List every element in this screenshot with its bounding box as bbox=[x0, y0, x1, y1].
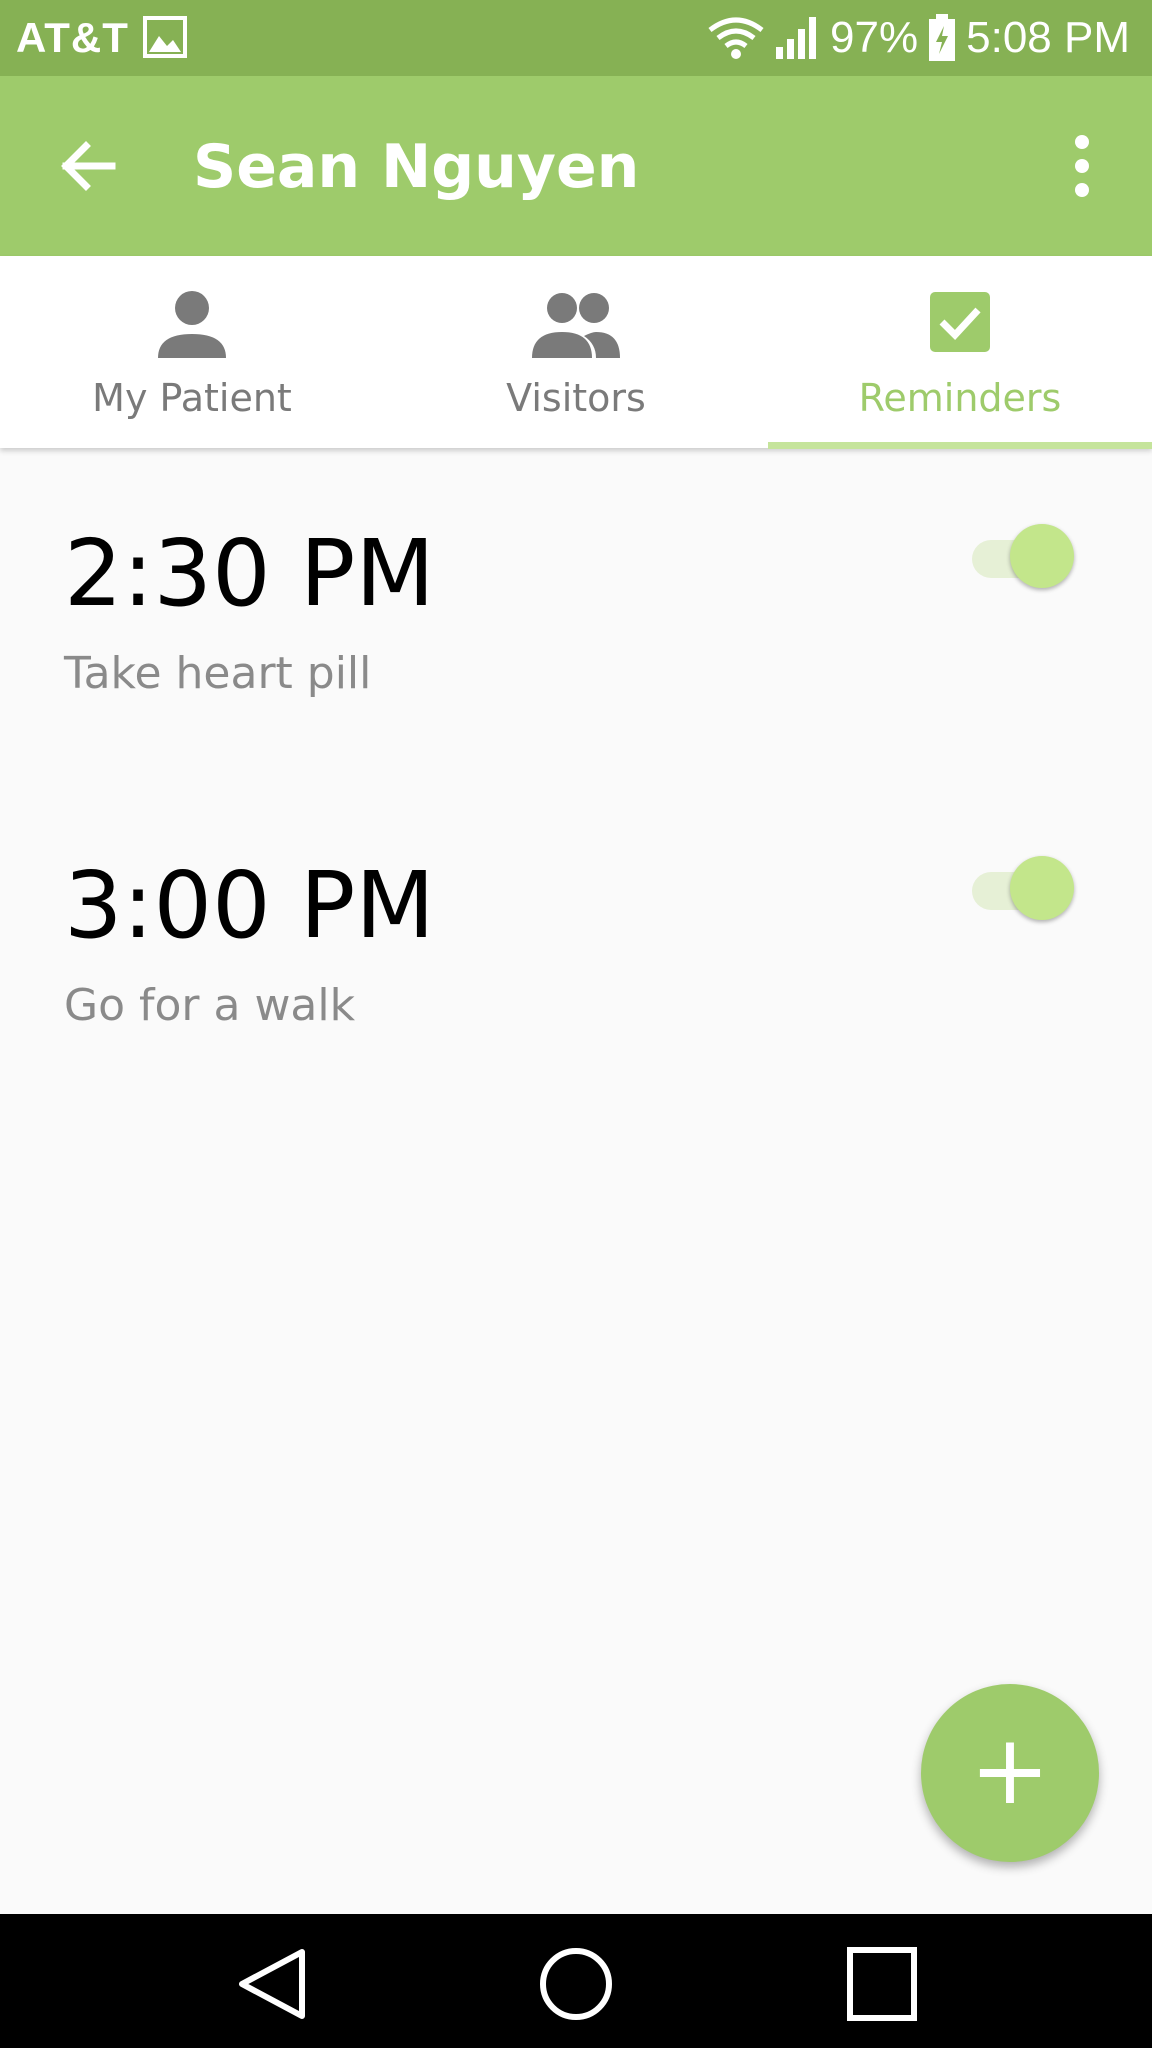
battery-charging-icon bbox=[929, 14, 956, 61]
tab-my-patient[interactable]: My Patient bbox=[0, 256, 384, 448]
toggle-thumb bbox=[1010, 856, 1074, 920]
signal-icon bbox=[776, 17, 817, 59]
toggle-thumb bbox=[1010, 524, 1074, 588]
app-bar: Sean Nguyen bbox=[0, 76, 1152, 256]
reminder-toggle[interactable] bbox=[970, 520, 1080, 590]
system-nav-bar bbox=[0, 1914, 1152, 2048]
gallery-notification-icon bbox=[143, 16, 187, 58]
tab-reminders[interactable]: Reminders bbox=[768, 256, 1152, 448]
reminder-time: 2:30 PM bbox=[64, 520, 435, 627]
battery-percent: 97% bbox=[830, 13, 919, 62]
checkbox-icon bbox=[930, 292, 990, 352]
reminder-toggle[interactable] bbox=[970, 852, 1080, 922]
nav-home-icon[interactable] bbox=[531, 1944, 621, 2024]
person-icon bbox=[158, 291, 226, 358]
carrier-label: AT&T bbox=[16, 14, 129, 61]
status-indicators: 97% 5:08 PM bbox=[708, 12, 1130, 64]
reminder-time: 3:00 PM bbox=[64, 852, 435, 959]
tab-visitors[interactable]: Visitors bbox=[384, 256, 768, 448]
reminder-description: Take heart pill bbox=[64, 648, 372, 699]
back-arrow-icon[interactable] bbox=[56, 134, 120, 198]
reminder-item[interactable]: 3:00 PM Go for a walk bbox=[0, 852, 1152, 1152]
status-bar: AT&T 97% 5:08 PM bbox=[0, 0, 1152, 76]
tab-bar: My Patient Visitors Reminders bbox=[0, 256, 1152, 449]
people-icon bbox=[532, 293, 620, 358]
tab-label: Visitors bbox=[506, 376, 646, 420]
tab-label: My Patient bbox=[92, 376, 292, 420]
tab-label: Reminders bbox=[858, 376, 1062, 420]
page-title: Sean Nguyen bbox=[193, 132, 640, 202]
wifi-icon bbox=[708, 17, 764, 59]
nav-recents-icon[interactable] bbox=[836, 1944, 926, 2024]
active-tab-indicator bbox=[768, 442, 1152, 449]
reminder-item[interactable]: 2:30 PM Take heart pill bbox=[0, 520, 1152, 820]
reminder-description: Go for a walk bbox=[64, 980, 356, 1031]
add-reminder-button[interactable]: + bbox=[921, 1684, 1099, 1862]
clock: 5:08 PM bbox=[966, 13, 1130, 62]
nav-back-icon[interactable] bbox=[228, 1944, 318, 2024]
more-options-icon[interactable] bbox=[1058, 130, 1106, 202]
